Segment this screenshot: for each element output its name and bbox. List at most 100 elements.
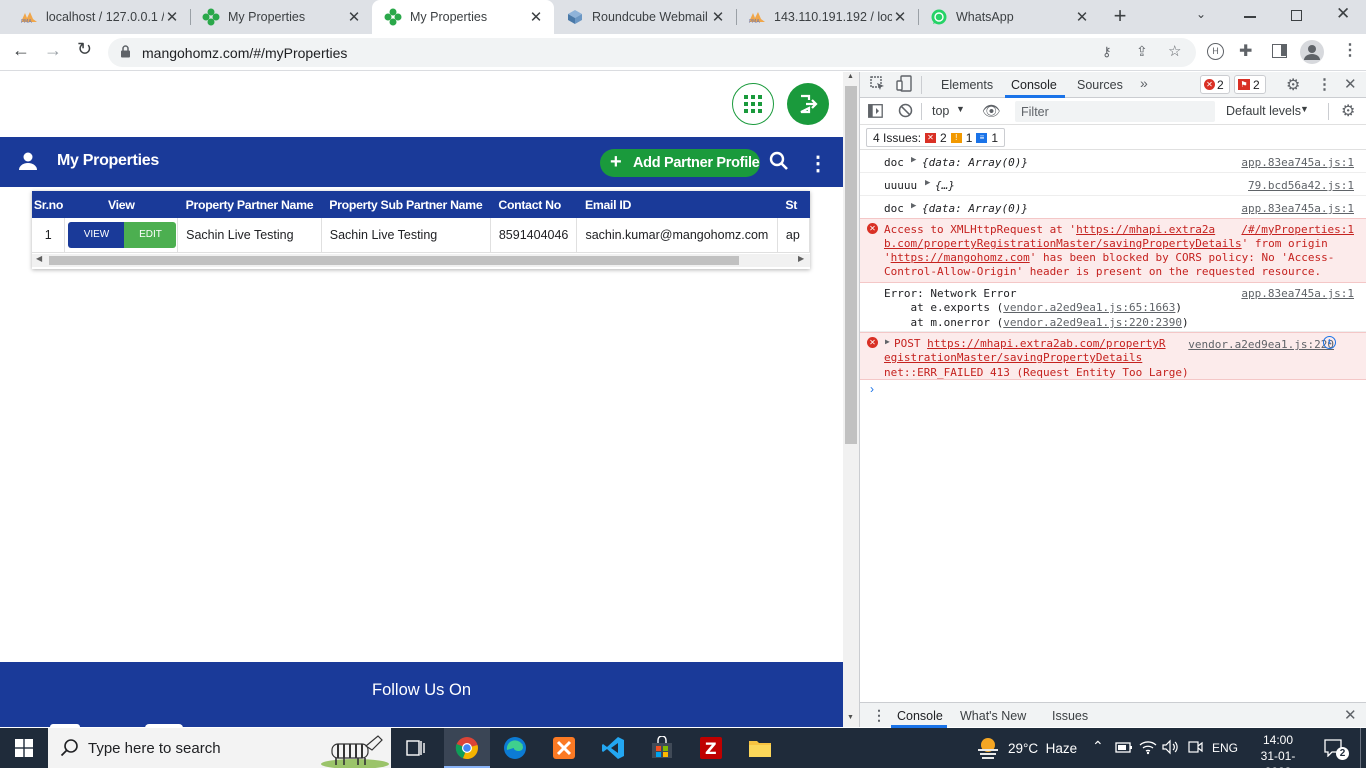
expand-triangle-icon[interactable]: ▶ (911, 201, 916, 211)
microsoft-store-icon[interactable] (650, 735, 674, 763)
drawer-menu-icon[interactable]: ⋮ (872, 707, 886, 724)
expand-triangle-icon[interactable]: ▶ (911, 155, 916, 165)
close-icon[interactable]: ✕ (164, 8, 180, 26)
tab-elements[interactable]: Elements (941, 78, 993, 92)
key-icon[interactable]: ⚷ (1102, 44, 1112, 60)
log-levels-select[interactable]: Default levels (1226, 104, 1301, 118)
error-url-link[interactable]: egistrationMaster/savingPropertyDetails (884, 351, 1142, 364)
console-filter-input[interactable]: Filter (1015, 101, 1215, 122)
expand-triangle-icon[interactable]: ▶ (885, 337, 890, 346)
horizontal-scrollbar[interactable]: ◀ ▶ (32, 254, 810, 267)
log-object[interactable]: {…} (935, 179, 955, 192)
xampp-icon[interactable] (552, 736, 576, 763)
wifi-icon[interactable] (1139, 739, 1157, 758)
live-expression-eye-icon[interactable]: 👁 (982, 102, 1001, 120)
dropdown-arrow-icon[interactable]: ▼ (1300, 104, 1309, 114)
side-panel-icon[interactable] (1272, 44, 1287, 58)
task-view-icon[interactable] (406, 738, 426, 761)
tab-console-active[interactable]: Console (1011, 78, 1057, 92)
edge-icon[interactable] (503, 736, 527, 763)
issues-button[interactable]: 4 Issues: ✕ 2 ! 1 ≡ 1 (866, 128, 1006, 147)
error-count-badge[interactable]: ✕ 2 (1200, 75, 1230, 94)
reload-icon[interactable]: ↻ (77, 39, 92, 60)
device-toolbar-icon[interactable] (896, 75, 912, 95)
network-request-icon[interactable]: ↕ (1323, 336, 1336, 349)
error-url-link[interactable]: https://mhapi.extra2ab.com/propertyR (927, 337, 1165, 350)
extensions-puzzle-icon[interactable]: ✚ (1239, 41, 1252, 61)
dropdown-arrow-icon[interactable]: ▼ (956, 104, 965, 114)
console-settings-icon[interactable]: ⚙ (1341, 101, 1355, 121)
log-source-link[interactable]: app.83ea745a.js:1 (1241, 202, 1354, 215)
close-icon[interactable]: ✕ (892, 8, 908, 26)
chrome-menu-icon[interactable]: ⋮ (1342, 40, 1358, 60)
error-url-link[interactable]: https://mhapi.extra2a (1076, 223, 1215, 236)
clock[interactable]: 14:00 31-01-2023 (1252, 732, 1304, 780)
drawer-tab-issues[interactable]: Issues (1052, 709, 1088, 723)
devtools-close-icon[interactable]: ✕ (1344, 75, 1357, 93)
error-source-link[interactable]: vendor.a2ed9ea1.js:220 (1188, 338, 1334, 351)
minimize-icon[interactable] (1244, 16, 1256, 18)
restore-icon[interactable] (1291, 10, 1302, 21)
bookmark-star-icon[interactable]: ☆ (1168, 42, 1181, 60)
console-prompt-icon[interactable]: › (870, 382, 874, 396)
social-icon[interactable] (50, 724, 80, 727)
weather-haze-icon[interactable] (976, 736, 1000, 763)
browser-tab-2[interactable]: My Properties ✕ (190, 0, 372, 34)
back-icon[interactable]: ← (12, 40, 30, 61)
error-url-link[interactable]: b.com/propertyRegistrationMaster/savingP… (884, 237, 1242, 250)
stack-link[interactable]: vendor.a2ed9ea1.js:220:2390 (1003, 316, 1182, 329)
log-object[interactable]: {data: Array(0)} (922, 202, 1028, 215)
drawer-tab-whats-new[interactable]: What's New (960, 709, 1026, 723)
add-partner-profile-button[interactable]: + Add Partner Profile (600, 149, 760, 177)
expand-triangle-icon[interactable]: ▶ (925, 178, 930, 188)
address-bar[interactable]: mangohomz.com/#/myProperties ⚷ ⇪ ☆ (108, 38, 1196, 67)
sidebar-toggle-icon[interactable] (868, 104, 883, 121)
tab-search-icon[interactable]: ⌄ (1196, 7, 1206, 21)
origin-link[interactable]: https://mangohomz.com (891, 251, 1030, 264)
show-hidden-icons[interactable]: ⌃ (1092, 738, 1104, 755)
volume-icon[interactable] (1162, 739, 1180, 758)
scroll-up-icon[interactable]: ▲ (847, 73, 854, 80)
error-source-link[interactable]: /#/myProperties:1 (1241, 223, 1354, 236)
extension-h-icon[interactable]: H (1207, 43, 1224, 60)
log-source-link[interactable]: 79.bcd56a42.js:1 (1248, 179, 1354, 192)
filezilla-icon[interactable]: Z (699, 736, 723, 763)
windows-start-icon[interactable] (15, 739, 33, 760)
more-options-icon[interactable]: ⋮ (808, 151, 828, 176)
browser-tab-5[interactable]: PMA 143.110.191.192 / loca ✕ (736, 0, 918, 34)
close-icon[interactable]: ✕ (346, 8, 362, 26)
show-desktop-button[interactable] (1360, 728, 1361, 768)
log-source-link[interactable]: app.83ea745a.js:1 (1241, 156, 1354, 169)
weather-text[interactable]: 29°C Haze (1008, 741, 1077, 756)
close-icon[interactable]: ✕ (528, 8, 544, 26)
battery-icon[interactable] (1115, 739, 1133, 758)
drawer-tab-console[interactable]: Console (897, 709, 943, 723)
tab-sources[interactable]: Sources (1077, 78, 1123, 92)
clear-console-icon[interactable] (898, 103, 913, 121)
browser-tab-4[interactable]: Roundcube Webmail :: ✕ (554, 0, 736, 34)
lock-icon[interactable] (120, 45, 131, 61)
scrollbar-thumb[interactable] (49, 256, 739, 265)
drawer-close-icon[interactable]: ✕ (1344, 706, 1357, 724)
log-source-link[interactable]: app.83ea745a.js:1 (1241, 287, 1354, 300)
browser-tab-3-active[interactable]: My Properties ✕ (372, 0, 554, 34)
context-select[interactable]: top (932, 104, 949, 118)
edit-button[interactable]: EDIT (124, 221, 177, 248)
search-icon[interactable] (769, 151, 789, 174)
apps-grid-button[interactable] (732, 83, 774, 125)
scroll-down-icon[interactable]: ▼ (847, 714, 854, 721)
view-button[interactable]: VIEW (68, 221, 125, 248)
close-icon[interactable]: ✕ (710, 8, 726, 26)
vscode-icon[interactable] (601, 736, 625, 763)
share-icon[interactable]: ⇪ (1136, 43, 1148, 60)
window-close-icon[interactable]: ✕ (1336, 4, 1350, 24)
issue-count-badge[interactable]: ⚑ 2 (1234, 75, 1266, 94)
scrollbar-thumb[interactable] (845, 86, 857, 444)
scroll-right-icon[interactable]: ▶ (798, 254, 804, 263)
stack-link[interactable]: vendor.a2ed9ea1.js:65:1663 (1003, 301, 1175, 314)
logout-button[interactable] (787, 83, 829, 125)
taskbar-search-box[interactable]: Type here to search (48, 728, 391, 769)
close-icon[interactable]: ✕ (1074, 8, 1090, 26)
settings-gear-icon[interactable]: ⚙ (1286, 75, 1300, 95)
scroll-left-icon[interactable]: ◀ (36, 254, 42, 263)
